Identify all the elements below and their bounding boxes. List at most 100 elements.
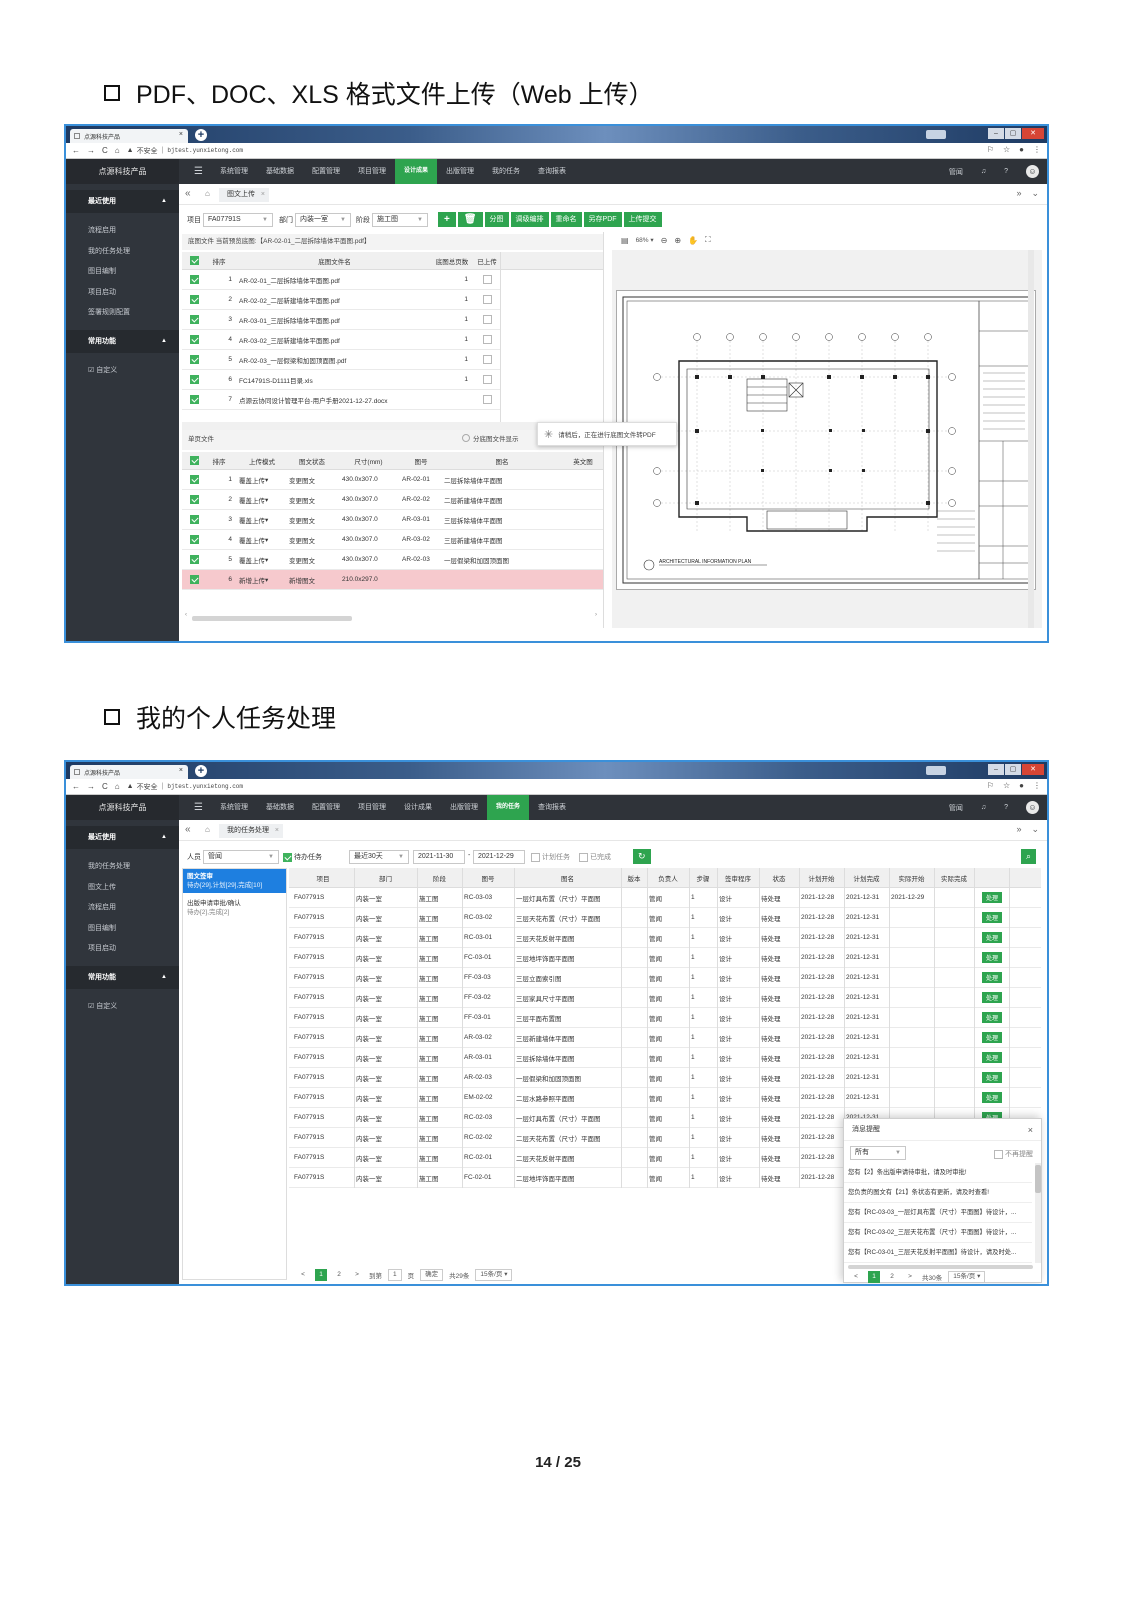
page-number-button[interactable]: 2: [886, 1271, 898, 1283]
action-cell[interactable]: 处理: [977, 1028, 1007, 1047]
row-checkbox[interactable]: [189, 535, 199, 544]
star-icon[interactable]: ☆: [1003, 781, 1010, 790]
row-checkbox[interactable]: [189, 515, 199, 524]
translate-icon[interactable]: ⚐: [987, 781, 994, 790]
sidebar-item[interactable]: 图目编制: [66, 262, 179, 283]
row-checkbox-cell[interactable]: [186, 310, 202, 329]
message-hscroll[interactable]: [848, 1265, 1033, 1269]
sidebar-item[interactable]: 流程启用: [66, 898, 179, 919]
bell-icon[interactable]: ♫: [981, 804, 986, 811]
checkbox-icon[interactable]: [579, 852, 588, 862]
process-button[interactable]: 处理: [981, 1032, 1002, 1043]
uploaded-checkbox[interactable]: [482, 275, 492, 284]
table-row[interactable]: 2 覆盖上传 ▾ 变更图文 430.0x307.0 AR-02-02 二层新建墙体平面图: [182, 490, 603, 510]
collapse-left-icon[interactable]: «: [185, 824, 191, 835]
maximize-icon[interactable]: ▢: [1005, 764, 1021, 775]
task-type-item[interactable]: 图文签审 待办[29],计划[29],完成[10]: [183, 869, 286, 893]
row-checkbox-cell[interactable]: [186, 510, 202, 529]
home-tab-icon[interactable]: ⌂: [205, 189, 210, 198]
prev-page-icon[interactable]: <: [297, 1269, 309, 1281]
sidebar-section[interactable]: 常用功能 ▲: [66, 965, 179, 989]
translate-icon[interactable]: ⚐: [987, 145, 994, 154]
action-cell[interactable]: 处理: [977, 1008, 1007, 1027]
close-tab-icon[interactable]: ×: [179, 131, 183, 138]
process-button[interactable]: 处理: [981, 1072, 1002, 1083]
menu-icon[interactable]: ⋮: [1033, 145, 1041, 154]
action-cell[interactable]: 处理: [977, 888, 1007, 907]
process-button[interactable]: 处理: [981, 892, 1002, 903]
upload-mode-select[interactable]: 覆盖上传 ▾: [239, 550, 287, 569]
back-icon[interactable]: ←: [72, 782, 80, 791]
page-size-select[interactable]: 15条/页 ▾: [948, 1271, 986, 1283]
table-row[interactable]: 1 AR-02-01_二层拆除墙体平面图.pdf 1: [182, 270, 500, 290]
star-icon[interactable]: ☆: [1003, 145, 1010, 154]
page-number-button[interactable]: 1: [315, 1269, 327, 1281]
nav-item[interactable]: 出版管理: [441, 795, 487, 820]
date-from-field[interactable]: 2021-11-30: [413, 850, 465, 864]
nav-item[interactable]: 系统管理: [211, 159, 257, 184]
menu-toggle-icon[interactable]: ☰: [186, 795, 211, 820]
nav-item[interactable]: 项目管理: [349, 159, 395, 184]
todo-checkbox[interactable]: 待办任务: [283, 852, 322, 862]
row-checkbox-cell[interactable]: [186, 270, 202, 289]
zoom-in-icon[interactable]: ⊕: [674, 236, 681, 245]
reload-icon[interactable]: C: [102, 146, 108, 155]
collapse-left-icon[interactable]: «: [185, 188, 191, 199]
avatar[interactable]: ☺: [1026, 801, 1039, 814]
message-item[interactable]: 您有【RC-03-03_一层灯具布置（尺寸）平面图】待设计，...: [844, 1203, 1032, 1223]
table-row[interactable]: 5 AR-02-03_一层假梁和加固顶面图.pdf 1: [182, 350, 500, 370]
uploaded-checkbox[interactable]: [482, 395, 492, 404]
table-row[interactable]: 5 覆盖上传 ▾ 变更图文 430.0x307.0 AR-02-03 一层假梁和加固顶面图: [182, 550, 603, 570]
confirm-button[interactable]: 确定: [420, 1269, 444, 1281]
table-row[interactable]: FA07791S 内装一室 施工图 RC-03-03 一层灯具布置（尺寸）平面图 管闻 1 设…: [289, 888, 1041, 908]
upload-mode-select[interactable]: 覆盖上传 ▾: [239, 510, 287, 529]
uploaded-checkbox[interactable]: [482, 315, 492, 324]
upload-mode-select[interactable]: 新增上传 ▾: [239, 570, 287, 589]
table-row[interactable]: FA07791S 内装一室 施工图 FF-03-03 三层立面索引图 管闻 1 设计 待处理 20…: [289, 968, 1041, 988]
page-icon[interactable]: ▤: [621, 236, 629, 245]
drawing-preview[interactable]: ARCHITECTURAL INFORMATION PLAN: [616, 290, 1036, 590]
close-window-icon[interactable]: ✕: [1022, 128, 1044, 139]
sidebar-item[interactable]: ☑ 自定义: [66, 997, 179, 1018]
uploaded-checkbox[interactable]: [482, 335, 492, 344]
tab-upload[interactable]: 图文上传 ×: [219, 188, 269, 202]
dept-select[interactable]: 内装一室 ▼: [295, 213, 351, 227]
preview-scrollbar[interactable]: [1028, 250, 1034, 628]
message-item[interactable]: 您有【RC-03-02_三层天花布置（尺寸）平面图】待设计，...: [844, 1223, 1032, 1243]
page-number-button[interactable]: 1: [868, 1271, 880, 1283]
uploaded-cell[interactable]: [474, 270, 500, 289]
select-tool-icon[interactable]: ⛶: [705, 235, 711, 245]
uploaded-cell[interactable]: [474, 370, 500, 389]
page-number-button[interactable]: 2: [333, 1269, 345, 1281]
scroll-right-icon[interactable]: ›: [595, 612, 597, 618]
nav-item[interactable]: 项目管理: [349, 795, 395, 820]
row-checkbox[interactable]: [189, 315, 199, 324]
close-window-icon[interactable]: ✕: [1022, 764, 1044, 775]
action-cell[interactable]: 处理: [977, 948, 1007, 967]
chevron-up-icon[interactable]: ▲: [161, 190, 167, 213]
row-checkbox[interactable]: [189, 495, 199, 504]
action-cell[interactable]: 处理: [977, 908, 1007, 927]
process-button[interactable]: 处理: [981, 992, 1002, 1003]
url-field[interactable]: bjtest.yunxietong.com: [167, 783, 243, 790]
table-row[interactable]: FA07791S 内装一室 施工图 AR-02-03 一层假梁和加固顶面图 管闻 1 设计 待处…: [289, 1068, 1041, 1088]
upload-mode-select[interactable]: 覆盖上传 ▾: [239, 530, 287, 549]
row-checkbox-cell[interactable]: [186, 290, 202, 309]
menu-toggle-icon[interactable]: ☰: [186, 159, 211, 184]
tab-my-tasks[interactable]: 我的任务处理 ×: [219, 824, 283, 838]
browser-tab[interactable]: 点源科技产品 ×: [70, 765, 188, 779]
table-row[interactable]: FA07791S 内装一室 施工图 FF-03-01 三层平面布置图 管闻 1 设计 待处理 20…: [289, 1008, 1041, 1028]
person-select[interactable]: 管闻 ▼: [203, 850, 279, 864]
upload-mode-select[interactable]: 覆盖上传 ▾: [239, 470, 287, 489]
process-button[interactable]: 处理: [981, 1092, 1002, 1103]
sidebar-section[interactable]: 最近使用 ▲: [66, 826, 179, 849]
upload-mode-select[interactable]: 覆盖上传 ▾: [239, 490, 287, 509]
task-type-item[interactable]: 出版申请审批/确认 待办[2],完成[2]: [183, 896, 286, 920]
toolbar-button[interactable]: 重命名: [550, 212, 582, 227]
radio-icon[interactable]: [462, 434, 470, 442]
new-tab-icon[interactable]: +: [195, 765, 207, 777]
horizontal-scrollbar[interactable]: [192, 616, 352, 621]
forward-icon[interactable]: →: [87, 782, 95, 791]
reload-icon[interactable]: C: [102, 782, 108, 791]
chevron-up-icon[interactable]: ▲: [161, 966, 167, 989]
